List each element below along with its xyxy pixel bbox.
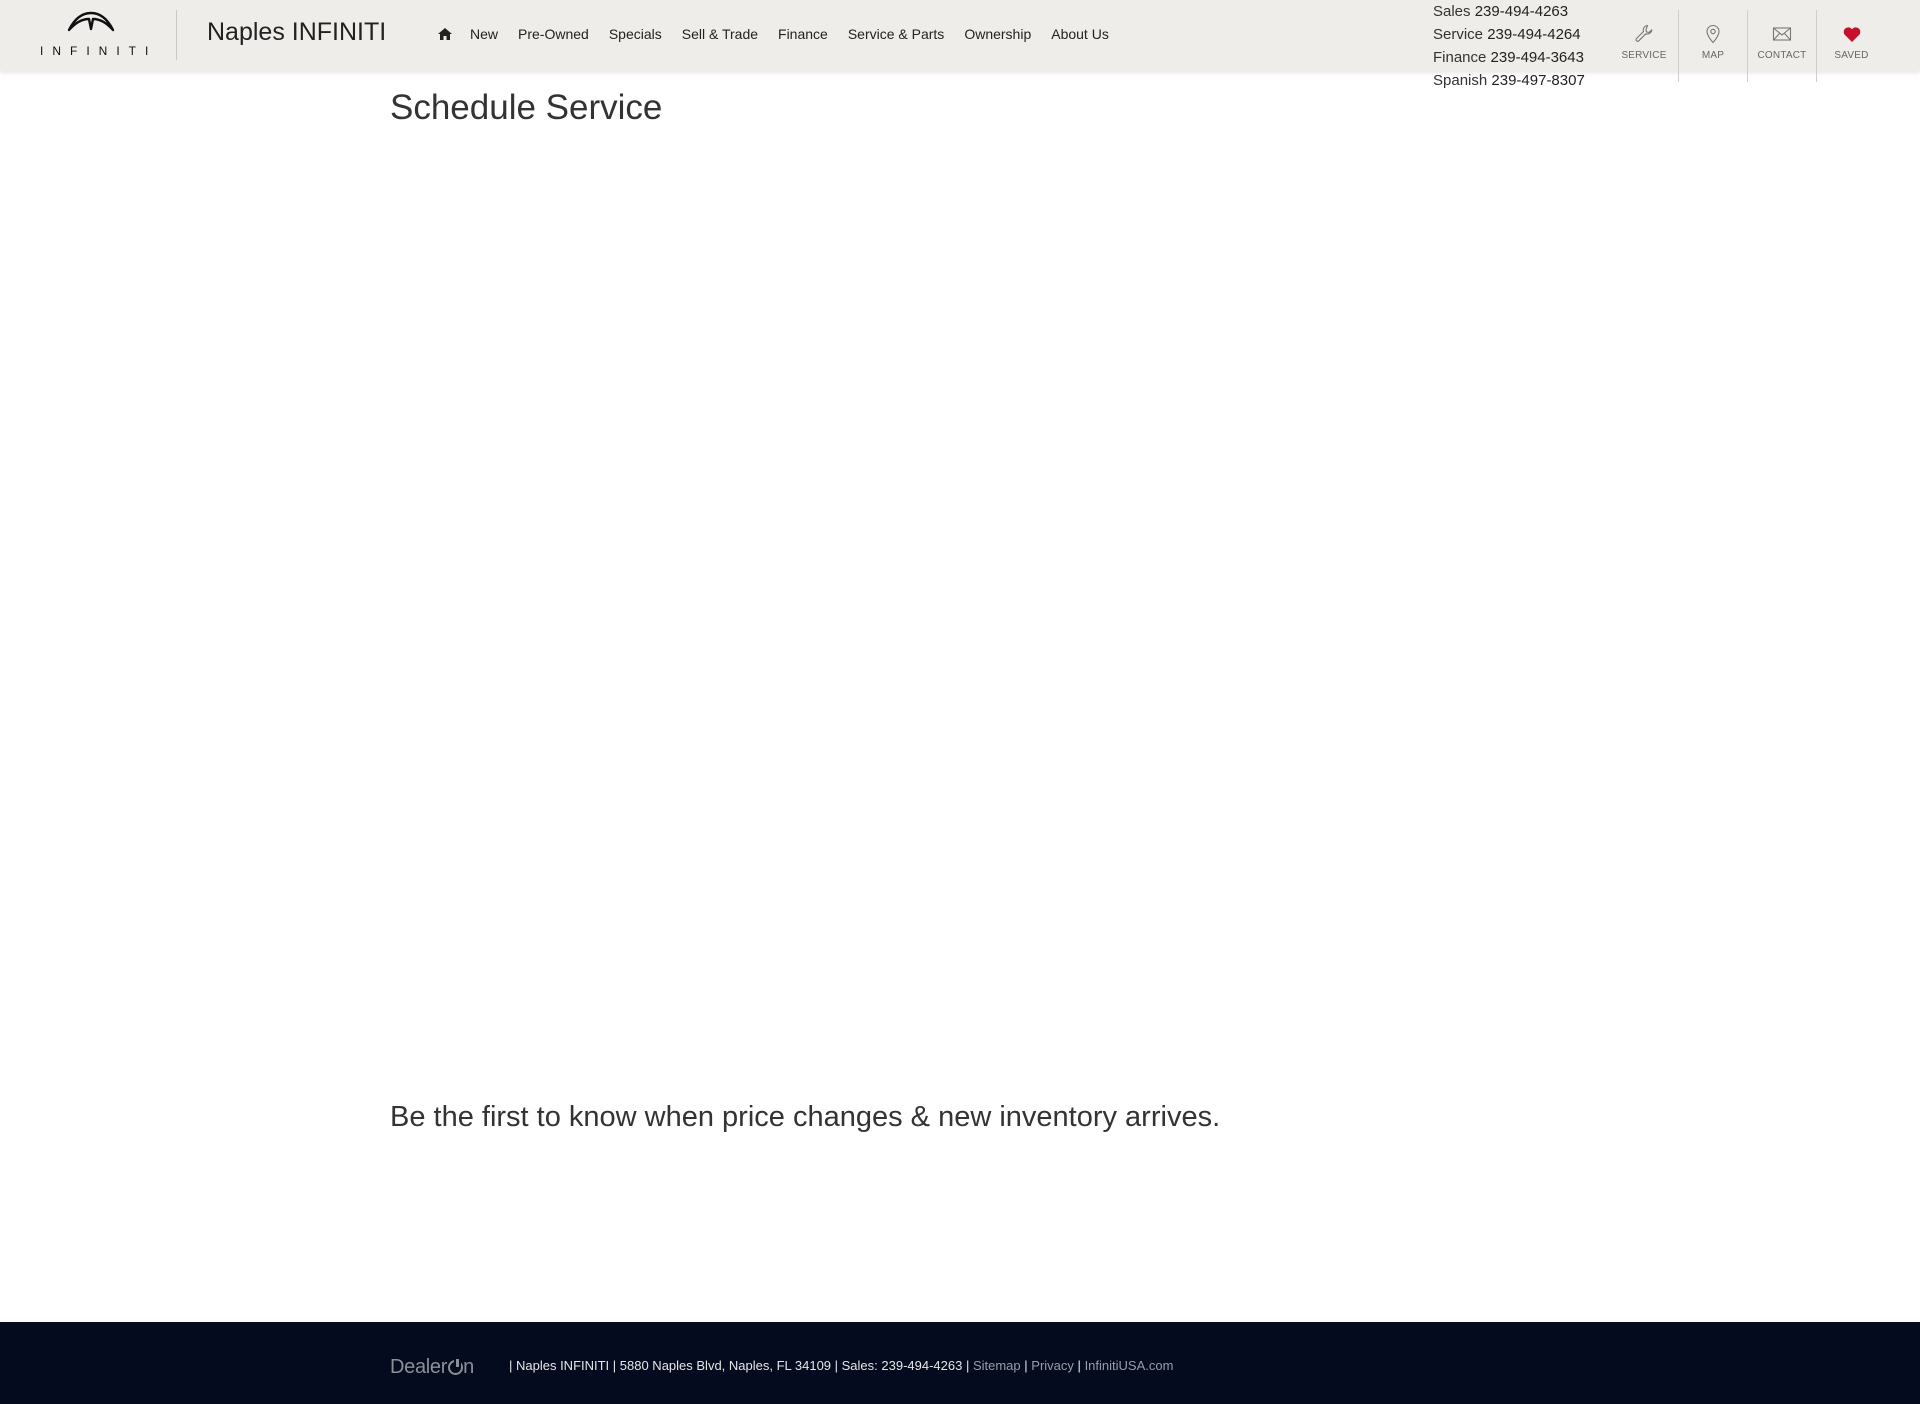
nav-service-parts[interactable]: Service & Parts — [848, 26, 944, 42]
site-header: INFINITI Naples INFINITI New Pre-Owned S… — [0, 0, 1920, 89]
contact-label: CONTACT — [1757, 50, 1807, 61]
phone-number: 239-494-3643 — [1490, 49, 1584, 66]
contact-button[interactable]: CONTACT — [1748, 10, 1817, 82]
footer-address: | Naples INFINITI | 5880 Naples Blvd, Na… — [509, 1358, 970, 1373]
nav-about-us[interactable]: About Us — [1051, 26, 1109, 42]
footer-separator: | — [1024, 1358, 1028, 1373]
nav-pre-owned[interactable]: Pre-Owned — [518, 26, 589, 42]
footer-separator: | — [1077, 1358, 1081, 1373]
page-title: Schedule Service — [390, 88, 663, 127]
heart-icon — [1843, 27, 1860, 42]
sitemap-link[interactable]: Sitemap — [973, 1358, 1021, 1373]
nav-new[interactable]: New — [470, 26, 498, 42]
home-icon[interactable] — [438, 26, 454, 42]
infiniti-logo[interactable]: INFINITI — [34, 10, 148, 60]
map-button[interactable]: MAP — [1679, 10, 1748, 82]
phone-finance[interactable]: Finance 239-494-3643 — [1433, 46, 1585, 69]
phone-number: 239-497-8307 — [1491, 72, 1585, 89]
nav-finance[interactable]: Finance — [778, 26, 828, 42]
service-label: SERVICE — [1621, 50, 1667, 61]
envelope-icon — [1772, 27, 1792, 41]
power-icon — [448, 1357, 464, 1375]
dealeron-logo[interactable]: Dealer n — [390, 1356, 474, 1379]
footer-info: | Naples INFINITI | 5880 Naples Blvd, Na… — [509, 1358, 1173, 1373]
dealeron-wordmark: Dealer — [390, 1356, 448, 1378]
wrench-icon — [1635, 24, 1653, 42]
site-footer: Dealer n | Naples INFINITI | 5880 Naples … — [0, 1322, 1920, 1404]
nav-ownership[interactable]: Ownership — [964, 26, 1031, 42]
utility-bar: SERVICE MAP CONTACT SAVED — [1610, 10, 1886, 82]
nav-specials[interactable]: Specials — [609, 26, 662, 42]
logo-divider — [176, 10, 177, 60]
nav-sell-trade[interactable]: Sell & Trade — [682, 26, 758, 42]
phone-sales[interactable]: Sales 239-494-4263 — [1433, 0, 1585, 23]
saved-label: SAVED — [1834, 50, 1869, 61]
phone-spanish[interactable]: Spanish 239-497-8307 — [1433, 69, 1585, 92]
infiniti-wordmark: INFINITI — [40, 44, 158, 58]
inventory-alert-heading: Be the first to know when price changes … — [390, 1101, 1221, 1133]
phone-list: Sales 239-494-4263 Service 239-494-4264 … — [1433, 0, 1585, 92]
infinitiusa-link[interactable]: InfinitiUSA.com — [1085, 1358, 1174, 1373]
saved-button[interactable]: SAVED — [1817, 10, 1886, 82]
phone-number: 239-494-4264 — [1487, 26, 1581, 43]
map-pin-icon — [1706, 24, 1720, 44]
phone-service[interactable]: Service 239-494-4264 — [1433, 23, 1585, 46]
map-label: MAP — [1701, 50, 1725, 61]
main-nav: New Pre-Owned Specials Sell & Trade Fina… — [438, 26, 1129, 42]
phone-number: 239-494-4263 — [1474, 3, 1569, 20]
dealer-name[interactable]: Naples INFINITI — [207, 18, 386, 47]
privacy-link[interactable]: Privacy — [1031, 1358, 1074, 1373]
infiniti-emblem-icon — [67, 11, 115, 32]
service-button[interactable]: SERVICE — [1610, 10, 1679, 82]
